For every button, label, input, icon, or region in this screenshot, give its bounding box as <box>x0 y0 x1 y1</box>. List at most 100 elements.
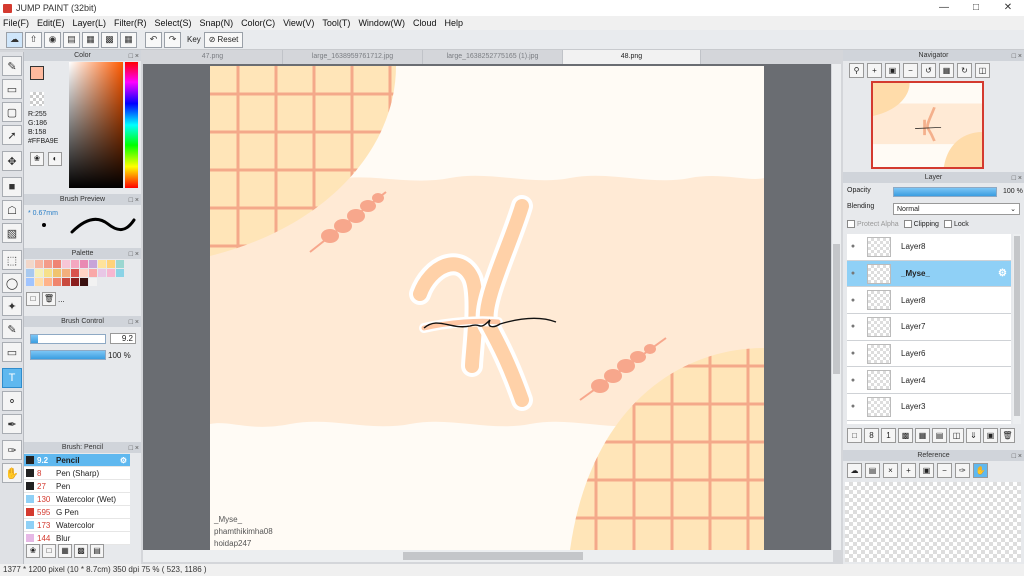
tab-48-png[interactable]: 48.png <box>563 50 701 64</box>
visibility-icon[interactable]: ● <box>847 297 859 304</box>
brush-item[interactable]: 595 G Pen <box>24 506 130 519</box>
layer-row[interactable]: ● Layer8 <box>847 234 1011 261</box>
palette-swatch[interactable] <box>89 269 97 277</box>
panel-close-icon[interactable]: □ × <box>1012 451 1022 462</box>
menu-view[interactable]: View(V) <box>283 18 314 28</box>
ref-upload-icon[interactable]: ☁ <box>847 463 862 478</box>
layer-menu-icon[interactable]: ▦ <box>915 428 930 443</box>
ref-fit-icon[interactable]: ▣ <box>919 463 934 478</box>
select-pen-icon[interactable]: ✎ <box>2 319 22 339</box>
grid-icon[interactable]: ▦ <box>120 31 137 48</box>
comment-icon[interactable]: ◉ <box>44 31 61 48</box>
rotate-right-icon[interactable]: ↻ <box>957 63 972 78</box>
new-brush-icon[interactable]: □ <box>42 544 56 558</box>
layer-row[interactable]: ● _Myse_ ⚙ <box>847 260 1011 288</box>
visibility-icon[interactable]: ● <box>847 270 859 277</box>
palette-swatch[interactable] <box>116 260 124 268</box>
menu-snap[interactable]: Snap(N) <box>200 18 234 28</box>
select-eraser-icon[interactable]: ▭ <box>2 342 22 362</box>
gradient-tool-icon[interactable]: ▧ <box>2 223 22 243</box>
vertical-scroll-thumb[interactable] <box>833 244 840 374</box>
brush-settings-icon[interactable]: ❀ <box>26 544 40 558</box>
brush-tool-icon[interactable]: ✎ <box>2 56 22 76</box>
canvas-vertical-scrollbar[interactable] <box>832 64 841 550</box>
palette-swatch[interactable] <box>53 260 61 268</box>
panel-close-icon[interactable]: □ × <box>129 317 139 328</box>
panel-close-icon[interactable]: □ × <box>129 51 139 62</box>
palette-swatch[interactable] <box>44 278 52 286</box>
brush-item[interactable]: 9.2 Pencil ⚙ <box>24 454 130 467</box>
flip-icon[interactable]: ◫ <box>975 63 990 78</box>
cloud-icon[interactable]: ☁ <box>6 31 23 48</box>
color-wheel-icon[interactable]: ❀ <box>30 152 44 166</box>
maximize-icon[interactable]: □ <box>960 0 992 16</box>
palette-swatch[interactable] <box>35 278 43 286</box>
reference-area[interactable] <box>845 482 1021 562</box>
eyedropper-icon[interactable]: ✑ <box>2 440 22 460</box>
palette-swatch[interactable] <box>35 260 43 268</box>
new-layer-icon[interactable]: □ <box>847 428 862 443</box>
document-canvas[interactable]: _Myse_ phamthikimha08 hoidap247 <box>210 66 764 550</box>
window-icon[interactable]: ▤ <box>63 31 80 48</box>
menu-file[interactable]: File(F) <box>3 18 29 28</box>
blending-select[interactable]: Normal ⌄ <box>893 203 1020 215</box>
palette-grid[interactable] <box>26 260 130 287</box>
palette-swatch[interactable] <box>62 269 70 277</box>
new-layer-8bit-icon[interactable]: 8 <box>864 428 879 443</box>
transparent-swatch[interactable] <box>30 92 44 106</box>
palette-swatch[interactable] <box>80 269 88 277</box>
hue-slider[interactable] <box>125 62 138 188</box>
menu-select[interactable]: Select(S) <box>155 18 192 28</box>
brush-item[interactable]: 173 Watercolor <box>24 519 130 532</box>
palette-swatch[interactable] <box>107 269 115 277</box>
merge-layer-icon[interactable]: ⇓ <box>966 428 981 443</box>
menu-help[interactable]: Help <box>444 18 463 28</box>
palette-swatch[interactable] <box>107 260 115 268</box>
rect-tool-icon[interactable]: ▢ <box>2 102 22 122</box>
layer-opacity-slider[interactable] <box>893 187 997 197</box>
palette-swatch[interactable] <box>116 269 124 277</box>
delete-layer-icon[interactable]: 🗑 <box>1000 428 1015 443</box>
panel-close-icon[interactable]: □ × <box>129 443 139 454</box>
zoom-fit-icon[interactable]: ⚲ <box>849 63 864 78</box>
menu-window[interactable]: Window(W) <box>358 18 405 28</box>
layer-row[interactable]: ● Layer8 <box>847 287 1011 315</box>
select-lasso-icon[interactable]: ◯ <box>2 273 22 293</box>
layer-row[interactable]: ● Layer7 <box>847 314 1011 341</box>
minimize-icon[interactable]: — <box>928 0 960 16</box>
tab-large-1638252775165[interactable]: large_1638252775165 (1).jpg <box>423 50 563 64</box>
palette-swatch[interactable] <box>80 260 88 268</box>
palette-swatch[interactable] <box>53 278 61 286</box>
palette-swatch[interactable] <box>53 269 61 277</box>
palette-swatch[interactable] <box>71 269 79 277</box>
saturation-value-picker[interactable] <box>69 62 123 188</box>
lock-checkbox[interactable]: Lock <box>943 220 969 228</box>
palette-swatch[interactable] <box>71 260 79 268</box>
ref-open-icon[interactable]: ▤ <box>865 463 880 478</box>
palette-swatch[interactable] <box>89 278 97 286</box>
layer-row[interactable]: ● Layer4 <box>847 367 1011 395</box>
hand-tool-icon[interactable]: ✋ <box>2 463 22 483</box>
bucket-tool-icon[interactable]: ☖ <box>2 200 22 220</box>
clipping-checkbox[interactable]: Clipping <box>903 220 939 228</box>
palette-swatch[interactable] <box>26 260 34 268</box>
palette-more[interactable]: ... <box>58 295 65 304</box>
visibility-icon[interactable]: ● <box>847 243 859 250</box>
actual-size-icon[interactable]: ▦ <box>939 63 954 78</box>
gear-icon[interactable]: ⚙ <box>998 268 1007 279</box>
fill-rect-tool-icon[interactable]: ■ <box>2 177 22 197</box>
eraser-tool-icon[interactable]: ▭ <box>2 79 22 99</box>
menu-color[interactable]: Color(C) <box>241 18 275 28</box>
shape-tool-icon[interactable]: ⚬ <box>2 391 22 411</box>
visibility-icon[interactable]: ● <box>847 350 859 357</box>
menu-edit[interactable]: Edit(E) <box>37 18 65 28</box>
pen-tool-icon[interactable]: ✒ <box>2 414 22 434</box>
menu-cloud[interactable]: Cloud <box>413 18 437 28</box>
brush-item[interactable]: 8 Pen (Sharp) <box>24 467 130 480</box>
panel-icon[interactable]: ▩ <box>101 31 118 48</box>
panel-close-icon[interactable]: □ × <box>129 249 139 260</box>
layer-row[interactable]: ● Layer6 <box>847 341 1011 368</box>
copy-brush-icon[interactable]: ▩ <box>74 544 88 558</box>
text-tool-icon[interactable]: T <box>2 368 22 388</box>
palette-swatch[interactable] <box>98 260 106 268</box>
